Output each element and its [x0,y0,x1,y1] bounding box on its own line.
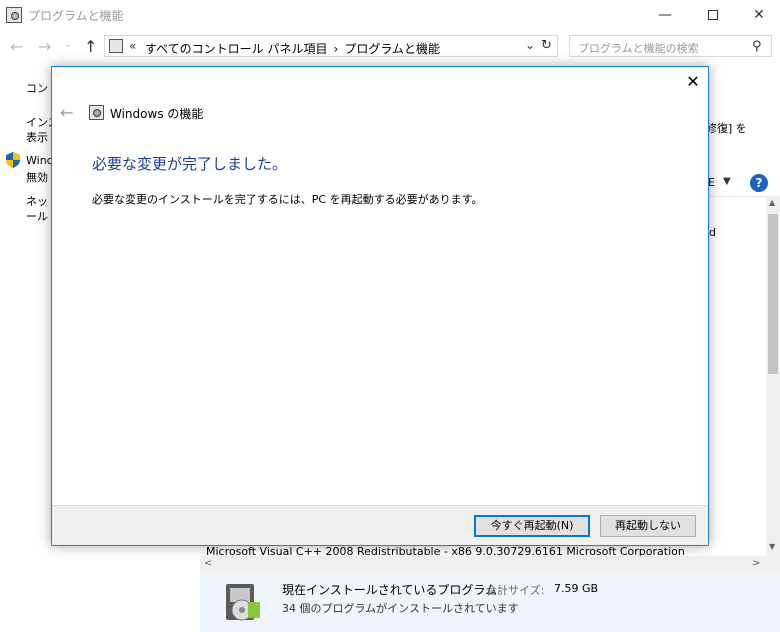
maximize-button[interactable] [690,0,736,30]
details-title: 現在インストールされているプログラム [282,583,498,597]
view-label-fragment: E [708,176,715,189]
refresh-icon[interactable]: ↻ [541,38,552,53]
navigation-bar: ← → ⌄ ↑ « すべてのコントロール パネル項目 › プログラムと機能 ⌄ ↻ … [0,34,780,60]
scroll-down-icon[interactable]: ▼ [769,542,775,551]
control-panel-icon [109,39,123,53]
title-bar: プログラムと機能 — ✕ [0,0,780,30]
dialog-message: 必要な変更のインストールを完了するには、PC を再起動する必要があります。 [92,193,483,206]
back-button[interactable]: ← [10,37,23,56]
search-input[interactable]: プログラムと機能の検索 ⚲ [569,35,772,57]
restart-now-button[interactable]: 今すぐ再起動(N) [474,515,590,537]
breadcrumb-all-items[interactable]: すべてのコントロール パネル項目 [145,42,328,56]
shield-icon [6,152,20,168]
dialog-heading: 必要な変更が完了しました。 [92,155,288,173]
scroll-left-icon[interactable]: < [204,558,212,569]
repair-hint-text: 修復] を [706,122,747,135]
search-placeholder: プログラムと機能の検索 [578,42,699,55]
search-icon[interactable]: ⚲ [752,39,762,54]
help-icon[interactable]: ? [750,174,768,192]
scroll-right-icon[interactable]: > [752,558,760,569]
dont-restart-button[interactable]: 再起動しない [600,515,696,537]
address-dropdown-icon[interactable]: ⌄ [525,38,535,52]
total-size-label: 合計サイズ: [486,584,545,597]
list-fragment-text: d [709,226,716,239]
details-pane: 現在インストールされているプログラム 合計サイズ: 7.59 GB 34 個のプ… [200,572,780,632]
windows-features-icon [89,105,104,120]
maximize-icon [708,10,718,20]
control-panel-icon [6,7,22,23]
dialog-close-button[interactable]: ✕ [682,71,704,93]
sidebar-item-installed-updates-line2[interactable]: 表示 [26,129,48,145]
dialog-footer: 今すぐ再起動(N) 再起動しない [52,505,708,545]
up-button[interactable]: ↑ [84,37,97,56]
program-count: 34 個のプログラムがインストールされています [282,602,519,615]
address-overflow-chevron[interactable]: « [129,39,136,53]
minimize-button[interactable]: — [642,0,688,30]
recent-locations-dropdown[interactable]: ⌄ [64,39,72,50]
installed-programs-icon [226,584,260,621]
scroll-thumb[interactable] [768,214,778,374]
breadcrumb: すべてのコントロール パネル項目 › プログラムと機能 [145,40,440,57]
vertical-scrollbar[interactable]: ▲ ▼ [766,196,780,556]
sidebar-item-windows-features-line2[interactable]: 無効 [26,169,48,185]
dialog-app-name: Windows の機能 [110,107,204,121]
forward-button[interactable]: → [38,37,51,56]
horizontal-scrollbar[interactable]: < > [200,556,780,572]
sidebar-item-network-install-line2[interactable]: ール [26,208,48,224]
breadcrumb-programs[interactable]: プログラムと機能 [344,42,440,56]
windows-features-dialog: ✕ ← Windows の機能 必要な変更が完了しました。 必要な変更のインスト… [51,66,709,546]
scroll-up-icon[interactable]: ▲ [769,198,775,207]
sidebar-item-windows-features[interactable]: Winc [26,154,53,167]
breadcrumb-separator-icon[interactable]: › [334,42,339,56]
close-window-button[interactable]: ✕ [736,0,780,30]
dialog-back-button[interactable]: ← [60,103,73,122]
address-bar[interactable]: « すべてのコントロール パネル項目 › プログラムと機能 ⌄ ↻ [104,35,558,57]
view-dropdown-icon[interactable]: ▼ [723,176,731,187]
total-size-value: 7.59 GB [554,582,599,595]
window-title: プログラムと機能 [28,9,124,23]
